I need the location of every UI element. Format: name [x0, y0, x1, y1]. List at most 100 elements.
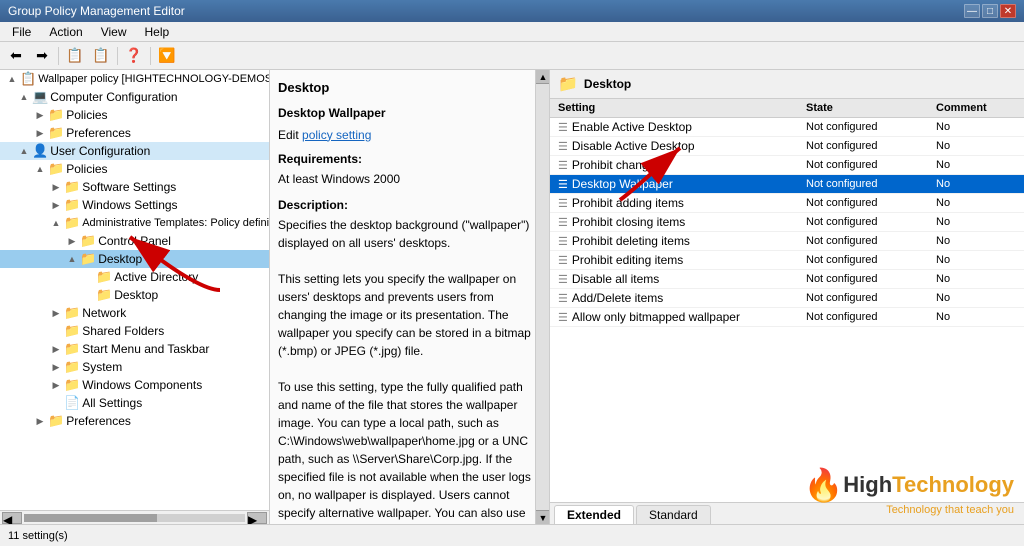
- start-menu-toggle[interactable]: ▶: [48, 341, 64, 357]
- root-toggle[interactable]: ▲: [4, 71, 20, 87]
- show-hide-button[interactable]: 📋: [63, 45, 87, 67]
- setting-state-4: Not configured: [806, 197, 936, 209]
- active-directory-toggle[interactable]: [80, 269, 96, 285]
- tree-item-admin-templates[interactable]: ▲ 📁 Administrative Templates: Policy def…: [0, 214, 269, 232]
- tree-item-network[interactable]: ▶ 📁 Network: [0, 304, 269, 322]
- setting-row-7[interactable]: ☰ Prohibit editing items Not configured …: [550, 251, 1024, 270]
- help-button[interactable]: ❓: [122, 45, 146, 67]
- computer-config-toggle[interactable]: ▲: [16, 89, 32, 105]
- scrollbar-track[interactable]: [24, 514, 245, 522]
- setting-row-0[interactable]: ☰ Enable Active Desktop Not configured N…: [550, 118, 1024, 137]
- setting-row-3[interactable]: ☰ Desktop Wallpaper Not configured No: [550, 175, 1024, 194]
- tree-item-shared-folders[interactable]: 📁 Shared Folders: [0, 322, 269, 340]
- preferences-1-toggle[interactable]: ▶: [32, 125, 48, 141]
- tree-item-computer-config[interactable]: ▲ 💻 Computer Configuration: [0, 88, 269, 106]
- tab-extended[interactable]: Extended: [554, 505, 634, 524]
- tree-container: ▲ 📋 Wallpaper policy [HIGHTECHNOLOGY-DEM…: [0, 70, 269, 510]
- windows-components-toggle[interactable]: ▶: [48, 377, 64, 393]
- windows-settings-toggle[interactable]: ▶: [48, 197, 64, 213]
- tree-root[interactable]: ▲ 📋 Wallpaper policy [HIGHTECHNOLOGY-DEM…: [0, 70, 269, 88]
- maximize-button[interactable]: □: [982, 4, 998, 18]
- policy-link[interactable]: policy setting: [302, 128, 371, 142]
- forward-button[interactable]: ➡: [30, 45, 54, 67]
- policies-1-toggle[interactable]: ▶: [32, 107, 48, 123]
- tab-standard[interactable]: Standard: [636, 505, 711, 524]
- policies-2-toggle[interactable]: ▲: [32, 161, 48, 177]
- tree-item-desktop-sub[interactable]: 📁 Desktop: [0, 286, 269, 304]
- setting-row-9[interactable]: ☰ Add/Delete items Not configured No: [550, 289, 1024, 308]
- setting-row-10[interactable]: ☰ Allow only bitmapped wallpaper Not con…: [550, 308, 1024, 327]
- setting-state-7: Not configured: [806, 254, 936, 266]
- setting-row-4[interactable]: ☰ Prohibit adding items Not configured N…: [550, 194, 1024, 213]
- software-settings-icon: 📁: [64, 179, 80, 195]
- scrollbar-left[interactable]: ◀: [2, 512, 22, 524]
- setting-icon-2: ☰: [558, 159, 568, 172]
- all-settings-toggle[interactable]: [48, 395, 64, 411]
- control-panel-toggle[interactable]: ▶: [64, 233, 80, 249]
- policies-2-label: Policies: [66, 162, 107, 176]
- software-settings-toggle[interactable]: ▶: [48, 179, 64, 195]
- preferences-2-toggle[interactable]: ▶: [32, 413, 48, 429]
- middle-panel-scrollbar[interactable]: ▲ ▼: [535, 70, 549, 524]
- setting-comment-7: No: [936, 254, 1016, 266]
- scrollbar-thumb[interactable]: [24, 514, 157, 522]
- tree-item-windows-settings[interactable]: ▶ 📁 Windows Settings: [0, 196, 269, 214]
- setting-row-5[interactable]: ☰ Prohibit closing items Not configured …: [550, 213, 1024, 232]
- start-menu-label: Start Menu and Taskbar: [82, 342, 209, 356]
- back-button[interactable]: ⬅: [4, 45, 28, 67]
- menu-action[interactable]: Action: [41, 23, 90, 41]
- setting-row-2[interactable]: ☰ Prohibit changes Not configured No: [550, 156, 1024, 175]
- admin-templates-toggle[interactable]: ▲: [48, 215, 64, 231]
- tree-item-windows-components[interactable]: ▶ 📁 Windows Components: [0, 376, 269, 394]
- bottom-tabs: Extended Standard: [550, 502, 1024, 524]
- setting-name-9: Add/Delete items: [572, 291, 663, 305]
- setting-icon-5: ☰: [558, 216, 568, 229]
- properties-button[interactable]: 📋: [89, 45, 113, 67]
- tree-item-desktop[interactable]: ▲ 📁 Desktop: [0, 250, 269, 268]
- active-directory-icon: 📁: [96, 269, 112, 285]
- tree-item-policies-2[interactable]: ▲ 📁 Policies: [0, 160, 269, 178]
- tree-item-preferences-2[interactable]: ▶ 📁 Preferences: [0, 412, 269, 430]
- preferences-1-label: Preferences: [66, 126, 131, 140]
- desktop-sub-toggle[interactable]: [80, 287, 96, 303]
- menu-help[interactable]: Help: [137, 23, 178, 41]
- description-label: Description:: [278, 198, 348, 212]
- menu-view[interactable]: View: [93, 23, 135, 41]
- tree-item-control-panel[interactable]: ▶ 📁 Control Panel: [0, 232, 269, 250]
- folder-title-icon: 📁: [558, 74, 578, 94]
- shared-folders-toggle[interactable]: [48, 323, 64, 339]
- menu-file[interactable]: File: [4, 23, 39, 41]
- setting-row-8[interactable]: ☰ Disable all items Not configured No: [550, 270, 1024, 289]
- setting-comment-6: No: [936, 235, 1016, 247]
- tree-item-policies-1[interactable]: ▶ 📁 Policies: [0, 106, 269, 124]
- scroll-down[interactable]: ▼: [536, 510, 550, 524]
- tree-item-software-settings[interactable]: ▶ 📁 Software Settings: [0, 178, 269, 196]
- left-panel-scrollbar[interactable]: ◀ ▶: [0, 510, 269, 524]
- network-toggle[interactable]: ▶: [48, 305, 64, 321]
- scrollbar-right[interactable]: ▶: [247, 512, 267, 524]
- tree-item-all-settings[interactable]: 📄 All Settings: [0, 394, 269, 412]
- setting-comment-8: No: [936, 273, 1016, 285]
- minimize-button[interactable]: —: [964, 4, 980, 18]
- tree-item-system[interactable]: ▶ 📁 System: [0, 358, 269, 376]
- tree-item-start-menu[interactable]: ▶ 📁 Start Menu and Taskbar: [0, 340, 269, 358]
- tree-item-user-config[interactable]: ▲ 👤 User Configuration: [0, 142, 269, 160]
- setting-icon-4: ☰: [558, 197, 568, 210]
- setting-row-6[interactable]: ☰ Prohibit deleting items Not configured…: [550, 232, 1024, 251]
- setting-state-1: Not configured: [806, 140, 936, 152]
- folder-title: Desktop: [584, 77, 631, 91]
- close-button[interactable]: ✕: [1000, 4, 1016, 18]
- control-panel-label: Control Panel: [98, 234, 171, 248]
- tree-item-active-directory[interactable]: 📁 Active Directory: [0, 268, 269, 286]
- system-toggle[interactable]: ▶: [48, 359, 64, 375]
- filter-button[interactable]: 🔽: [155, 45, 179, 67]
- setting-state-8: Not configured: [806, 273, 936, 285]
- admin-templates-label: Administrative Templates: Policy definit…: [82, 217, 269, 229]
- setting-row-1[interactable]: ☰ Disable Active Desktop Not configured …: [550, 137, 1024, 156]
- setting-comment-10: No: [936, 311, 1016, 323]
- tree-item-preferences-1[interactable]: ▶ 📁 Preferences: [0, 124, 269, 142]
- setting-comment-1: No: [936, 140, 1016, 152]
- scroll-up[interactable]: ▲: [536, 70, 550, 84]
- user-config-toggle[interactable]: ▲: [16, 143, 32, 159]
- desktop-toggle[interactable]: ▲: [64, 251, 80, 267]
